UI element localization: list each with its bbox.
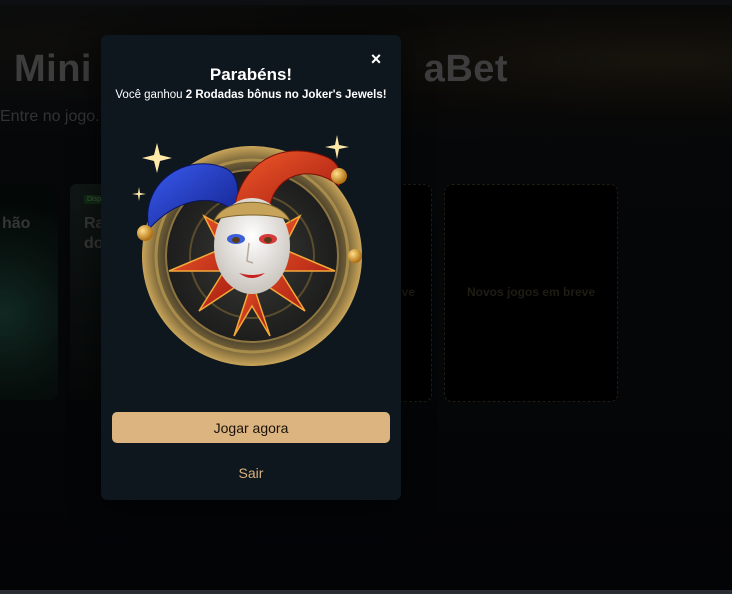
modal-title: Parabéns! <box>209 65 293 84</box>
message-prefix: Você ganhou <box>115 89 186 101</box>
bonus-modal: × Parabéns! Você ganhou 2 Rodadas bônus … <box>101 35 401 500</box>
message-highlight: 2 Rodadas bônus no Joker's Jewels! <box>185 89 387 101</box>
bottom-bar <box>0 590 732 594</box>
jester-game-image <box>132 135 362 366</box>
exit-link[interactable]: Sair <box>101 465 401 481</box>
play-now-button[interactable]: Jogar agora <box>112 412 390 443</box>
modal-message: Você ganhou 2 Rodadas bônus no Joker's J… <box>101 89 401 101</box>
